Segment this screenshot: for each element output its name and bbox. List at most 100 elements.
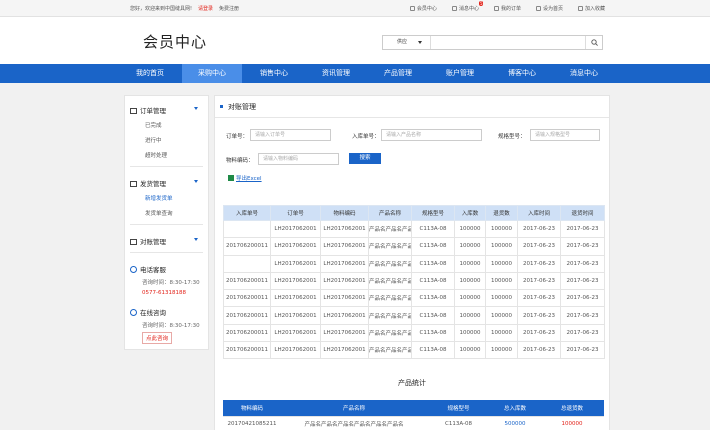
- nav-product-management[interactable]: 产品管理: [368, 64, 428, 83]
- table-row: 201706200011 LH2017062001 LH2017062001 产品名产…: [223, 341, 605, 360]
- table-cell: 100000: [454, 271, 486, 291]
- table-cell: [223, 254, 271, 273]
- stock-no-input[interactable]: 请输入产品名称: [381, 129, 482, 141]
- table-cell: 2017-06-23: [560, 219, 605, 239]
- search-submit-button[interactable]: 搜索: [349, 153, 381, 164]
- search-type-select[interactable]: 供应: [383, 36, 431, 49]
- spec-no-input[interactable]: 请输入规格型号: [530, 129, 600, 141]
- table-row: 201706200011 LH2017062001 LH2017062001 产品名产…: [223, 271, 605, 291]
- title-divider: [215, 117, 609, 118]
- table-row: 201706200011 LH2017062001 LH2017062001 产品名产…: [223, 289, 605, 308]
- column-header: 物料编码: [223, 400, 281, 416]
- sidebar-divider: [130, 252, 203, 253]
- nav-blog-center[interactable]: 博客中心: [492, 64, 552, 83]
- stats-title: 产品统计: [398, 379, 426, 387]
- table-cell: 产品名产品名产品名产品名产品名产品名: [281, 415, 427, 430]
- stats-table-body: 20170421085211 产品名产品名产品名产品名产品名产品名 C113A-08…: [223, 415, 604, 430]
- sidebar-item-timeout[interactable]: 超时处理: [145, 151, 167, 159]
- table-cell: 201706200011: [223, 237, 271, 256]
- table-cell: 2017-06-23: [517, 289, 561, 308]
- table-cell: 201706200011: [223, 323, 271, 343]
- product-stats-table: 物料编码 产品名称 规格型号 总入库数 总退货数 20170421085211 产品名产品…: [223, 400, 604, 430]
- reconciliation-table: 入库单号 订单号 物料编码 产品名称 规格型号 入库数 退货数 入库时间 退货时间 LH2017…: [223, 205, 605, 360]
- table-cell: 20170421085211: [223, 415, 281, 430]
- export-excel-link[interactable]: 导出Excel: [228, 174, 262, 182]
- nav-sales-center[interactable]: 销售中心: [244, 64, 304, 83]
- add-favorite-link[interactable]: 加入收藏: [577, 5, 605, 12]
- table-cell: LH2017062001: [270, 341, 321, 360]
- sidebar-group-reconciliation[interactable]: 对账管理: [130, 236, 198, 246]
- main-panel: 对账管理 订单号： 请输入订单号 入库单号： 请输入产品名称 规格型号： 请输入…: [214, 95, 610, 430]
- nav-my-home[interactable]: 我的首页: [120, 64, 180, 83]
- table-cell: 100000: [454, 289, 486, 308]
- home-icon: [535, 6, 541, 11]
- table-row: LH2017062001 LH2017062001 产品名产品名产品 C113A-08…: [223, 254, 605, 273]
- my-orders-label: 我的订单: [500, 6, 521, 12]
- search-button[interactable]: [585, 36, 602, 49]
- column-header: 退货时间: [560, 205, 605, 221]
- set-homepage-link[interactable]: 设为首页: [535, 5, 563, 12]
- sidebar-group-shipping[interactable]: 发货管理: [130, 178, 198, 188]
- table-cell: 产品名产品名产品: [368, 271, 412, 291]
- material-code-input[interactable]: 请输入物料编码: [258, 153, 339, 165]
- nav-news-management[interactable]: 资讯管理: [306, 64, 366, 83]
- table-cell: C113A-08: [411, 271, 455, 291]
- table-row: 20170421085211 产品名产品名产品名产品名产品名产品名 C113A-08…: [223, 415, 604, 430]
- stock-no-label: 入库单号：: [352, 134, 380, 140]
- set-homepage-label: 设为首页: [542, 6, 563, 12]
- search-input[interactable]: [432, 36, 584, 49]
- table-cell: 100000: [485, 237, 518, 256]
- login-link[interactable]: 请登录: [198, 6, 213, 12]
- column-header: 订单号: [270, 205, 321, 221]
- user-icon: [409, 6, 415, 11]
- table-cell: 2017-06-23: [560, 237, 605, 256]
- message-center-link[interactable]: 消息中心 5: [451, 1, 484, 12]
- nav-purchase-center[interactable]: 采购中心: [182, 64, 242, 83]
- table-cell: 100000: [485, 219, 518, 239]
- table-cell: 201706200011: [223, 306, 271, 325]
- column-header: 入库时间: [517, 205, 561, 221]
- table-row: 201706200011 LH2017062001 LH2017062001 产品名产…: [223, 323, 605, 343]
- table-cell: C113A-08: [427, 415, 490, 430]
- nav-account-management[interactable]: 账户管理: [430, 64, 490, 83]
- chevron-down-icon: [194, 238, 198, 241]
- column-header: 产品名称: [368, 205, 412, 221]
- column-header: 规格型号: [427, 400, 490, 416]
- table-cell: LH2017062001: [320, 219, 369, 239]
- my-orders-link[interactable]: 我的订单: [493, 5, 521, 12]
- member-center-link[interactable]: 会员中心: [409, 5, 437, 12]
- page-title: 对账管理: [220, 102, 256, 112]
- table-cell: C113A-08: [411, 254, 455, 273]
- register-link[interactable]: 免费注册: [219, 6, 239, 12]
- sidebar-group-orders[interactable]: 订单管理: [130, 105, 198, 115]
- table-cell: 2017-06-23: [517, 237, 561, 256]
- table-cell: 100000: [485, 271, 518, 291]
- table-cell: 2017-06-23: [560, 306, 605, 325]
- table-cell: 100000: [485, 289, 518, 308]
- sidebar-item-in-progress[interactable]: 进行中: [145, 136, 162, 144]
- nav-message-center[interactable]: 消息中心: [554, 64, 614, 83]
- table-cell: 100000: [454, 237, 486, 256]
- order-no-label: 订单号：: [226, 134, 249, 140]
- phone-service-title: 电话客服: [130, 264, 166, 274]
- table-cell: 2017-06-23: [560, 341, 605, 360]
- sidebar-group-label: 订单管理: [140, 107, 166, 115]
- headset-icon: [130, 309, 137, 316]
- table-cell: LH2017062001: [320, 306, 369, 325]
- column-header: 退货数: [485, 205, 518, 221]
- top-links: 会员中心 消息中心 5 我的订单 设为首页 加入收藏: [409, 1, 605, 12]
- table-header-row: 入库单号 订单号 物料编码 产品名称 规格型号 入库数 退货数 入库时间 退货时间: [223, 205, 605, 221]
- chevron-down-icon: [418, 41, 422, 44]
- sidebar-item-shipment-query[interactable]: 发货单查询: [145, 209, 173, 217]
- sidebar-divider: [130, 166, 203, 167]
- table-cell: [223, 219, 271, 239]
- order-no-input[interactable]: 请输入订单号: [250, 129, 331, 141]
- table-cell: 201706200011: [223, 271, 271, 291]
- sidebar-item-new-shipment[interactable]: 新增发货单: [145, 194, 173, 202]
- table-cell: 2017-06-23: [560, 254, 605, 273]
- site-logo[interactable]: 会员中心: [143, 31, 207, 52]
- consult-button[interactable]: 点此咨询: [142, 332, 173, 344]
- table-cell: LH2017062001: [320, 323, 369, 343]
- sidebar-item-completed[interactable]: 已完成: [145, 121, 162, 129]
- table-cell: 100000: [485, 323, 518, 343]
